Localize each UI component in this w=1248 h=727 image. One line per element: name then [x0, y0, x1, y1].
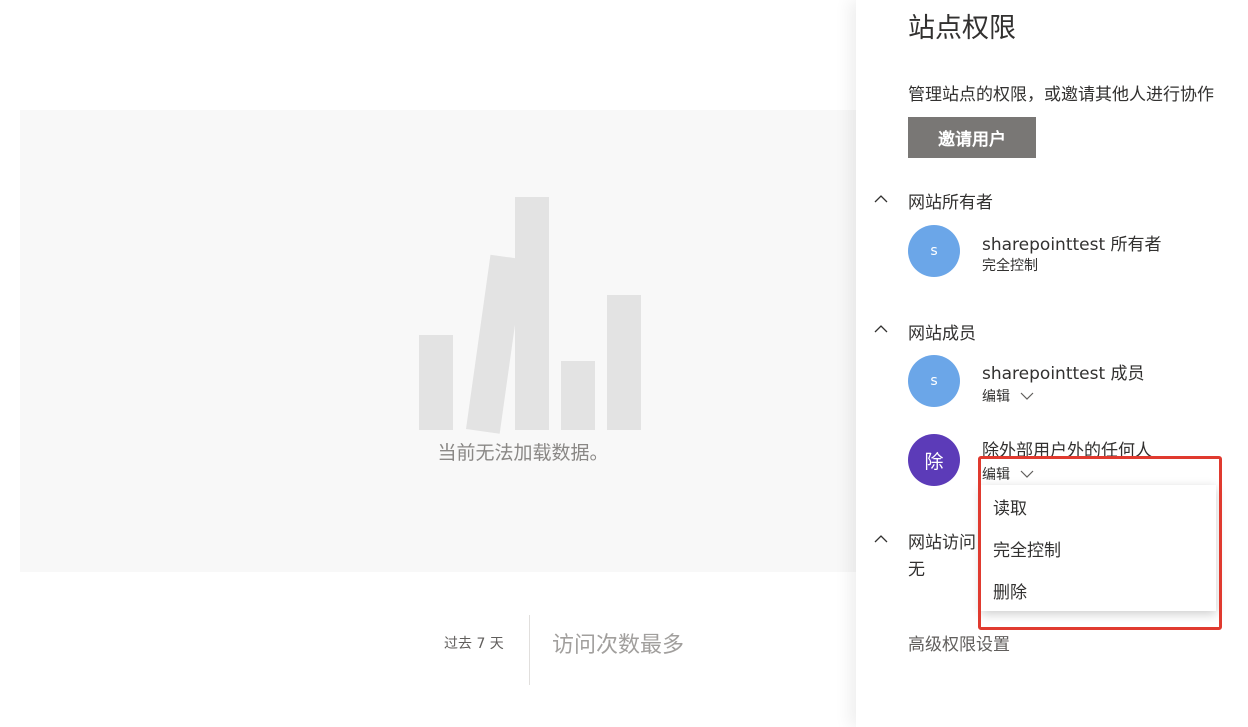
- advanced-permissions-link[interactable]: 高级权限设置: [908, 630, 1010, 655]
- period-label: 过去 7 天: [444, 636, 504, 652]
- group-title-visitors[interactable]: 网站访问: [908, 528, 976, 553]
- member-name: 除外部用户外的任何人: [982, 441, 1152, 461]
- permission-dropdown-label: 编辑: [982, 389, 1010, 405]
- menu-item-remove[interactable]: 删除: [981, 569, 1216, 611]
- menu-item-full-control[interactable]: 完全控制: [981, 527, 1216, 569]
- group-title-members[interactable]: 网站成员: [908, 319, 976, 344]
- panel-title: 站点权限: [908, 13, 1016, 44]
- chevron-up-icon[interactable]: [872, 190, 890, 208]
- permission-dropdown[interactable]: 编辑: [982, 464, 1034, 484]
- permission-dropdown-label: 编辑: [982, 467, 1010, 483]
- chevron-up-icon[interactable]: [872, 320, 890, 338]
- divider: [529, 615, 530, 685]
- member-name: sharepointtest 成员: [982, 364, 1145, 384]
- placeholder-bar-1: [419, 335, 453, 430]
- member-name: sharepointtest 所有者: [982, 235, 1162, 255]
- avatar: s: [908, 225, 960, 277]
- panel-description: 管理站点的权限，或邀请其他人进行协作: [908, 85, 1214, 105]
- visitors-empty-text: 无: [908, 560, 925, 580]
- most-visited-label: 访问次数最多: [552, 633, 685, 658]
- activity-footer: 过去 7 天 访问次数最多: [0, 615, 856, 685]
- placeholder-bar-4: [561, 361, 595, 430]
- chevron-down-icon: [1020, 389, 1034, 403]
- site-permissions-panel: 站点权限 管理站点的权限，或邀请其他人进行协作 邀请用户 网站所有者 s sha…: [856, 0, 1248, 727]
- group-title-owners[interactable]: 网站所有者: [908, 188, 993, 213]
- menu-item-read[interactable]: 读取: [981, 485, 1216, 527]
- placeholder-bar-3: [515, 197, 549, 430]
- site-activity-card: [20, 110, 856, 572]
- member-permission: 完全控制: [982, 258, 1038, 274]
- invite-users-button[interactable]: 邀请用户: [908, 117, 1036, 158]
- placeholder-bar-5: [607, 295, 641, 430]
- chevron-up-icon[interactable]: [872, 530, 890, 548]
- permission-menu: 读取 完全控制 删除: [981, 485, 1216, 611]
- avatar: s: [908, 355, 960, 407]
- avatar: 除: [908, 434, 960, 486]
- chevron-down-icon: [1020, 467, 1034, 481]
- permission-dropdown[interactable]: 编辑: [982, 386, 1034, 406]
